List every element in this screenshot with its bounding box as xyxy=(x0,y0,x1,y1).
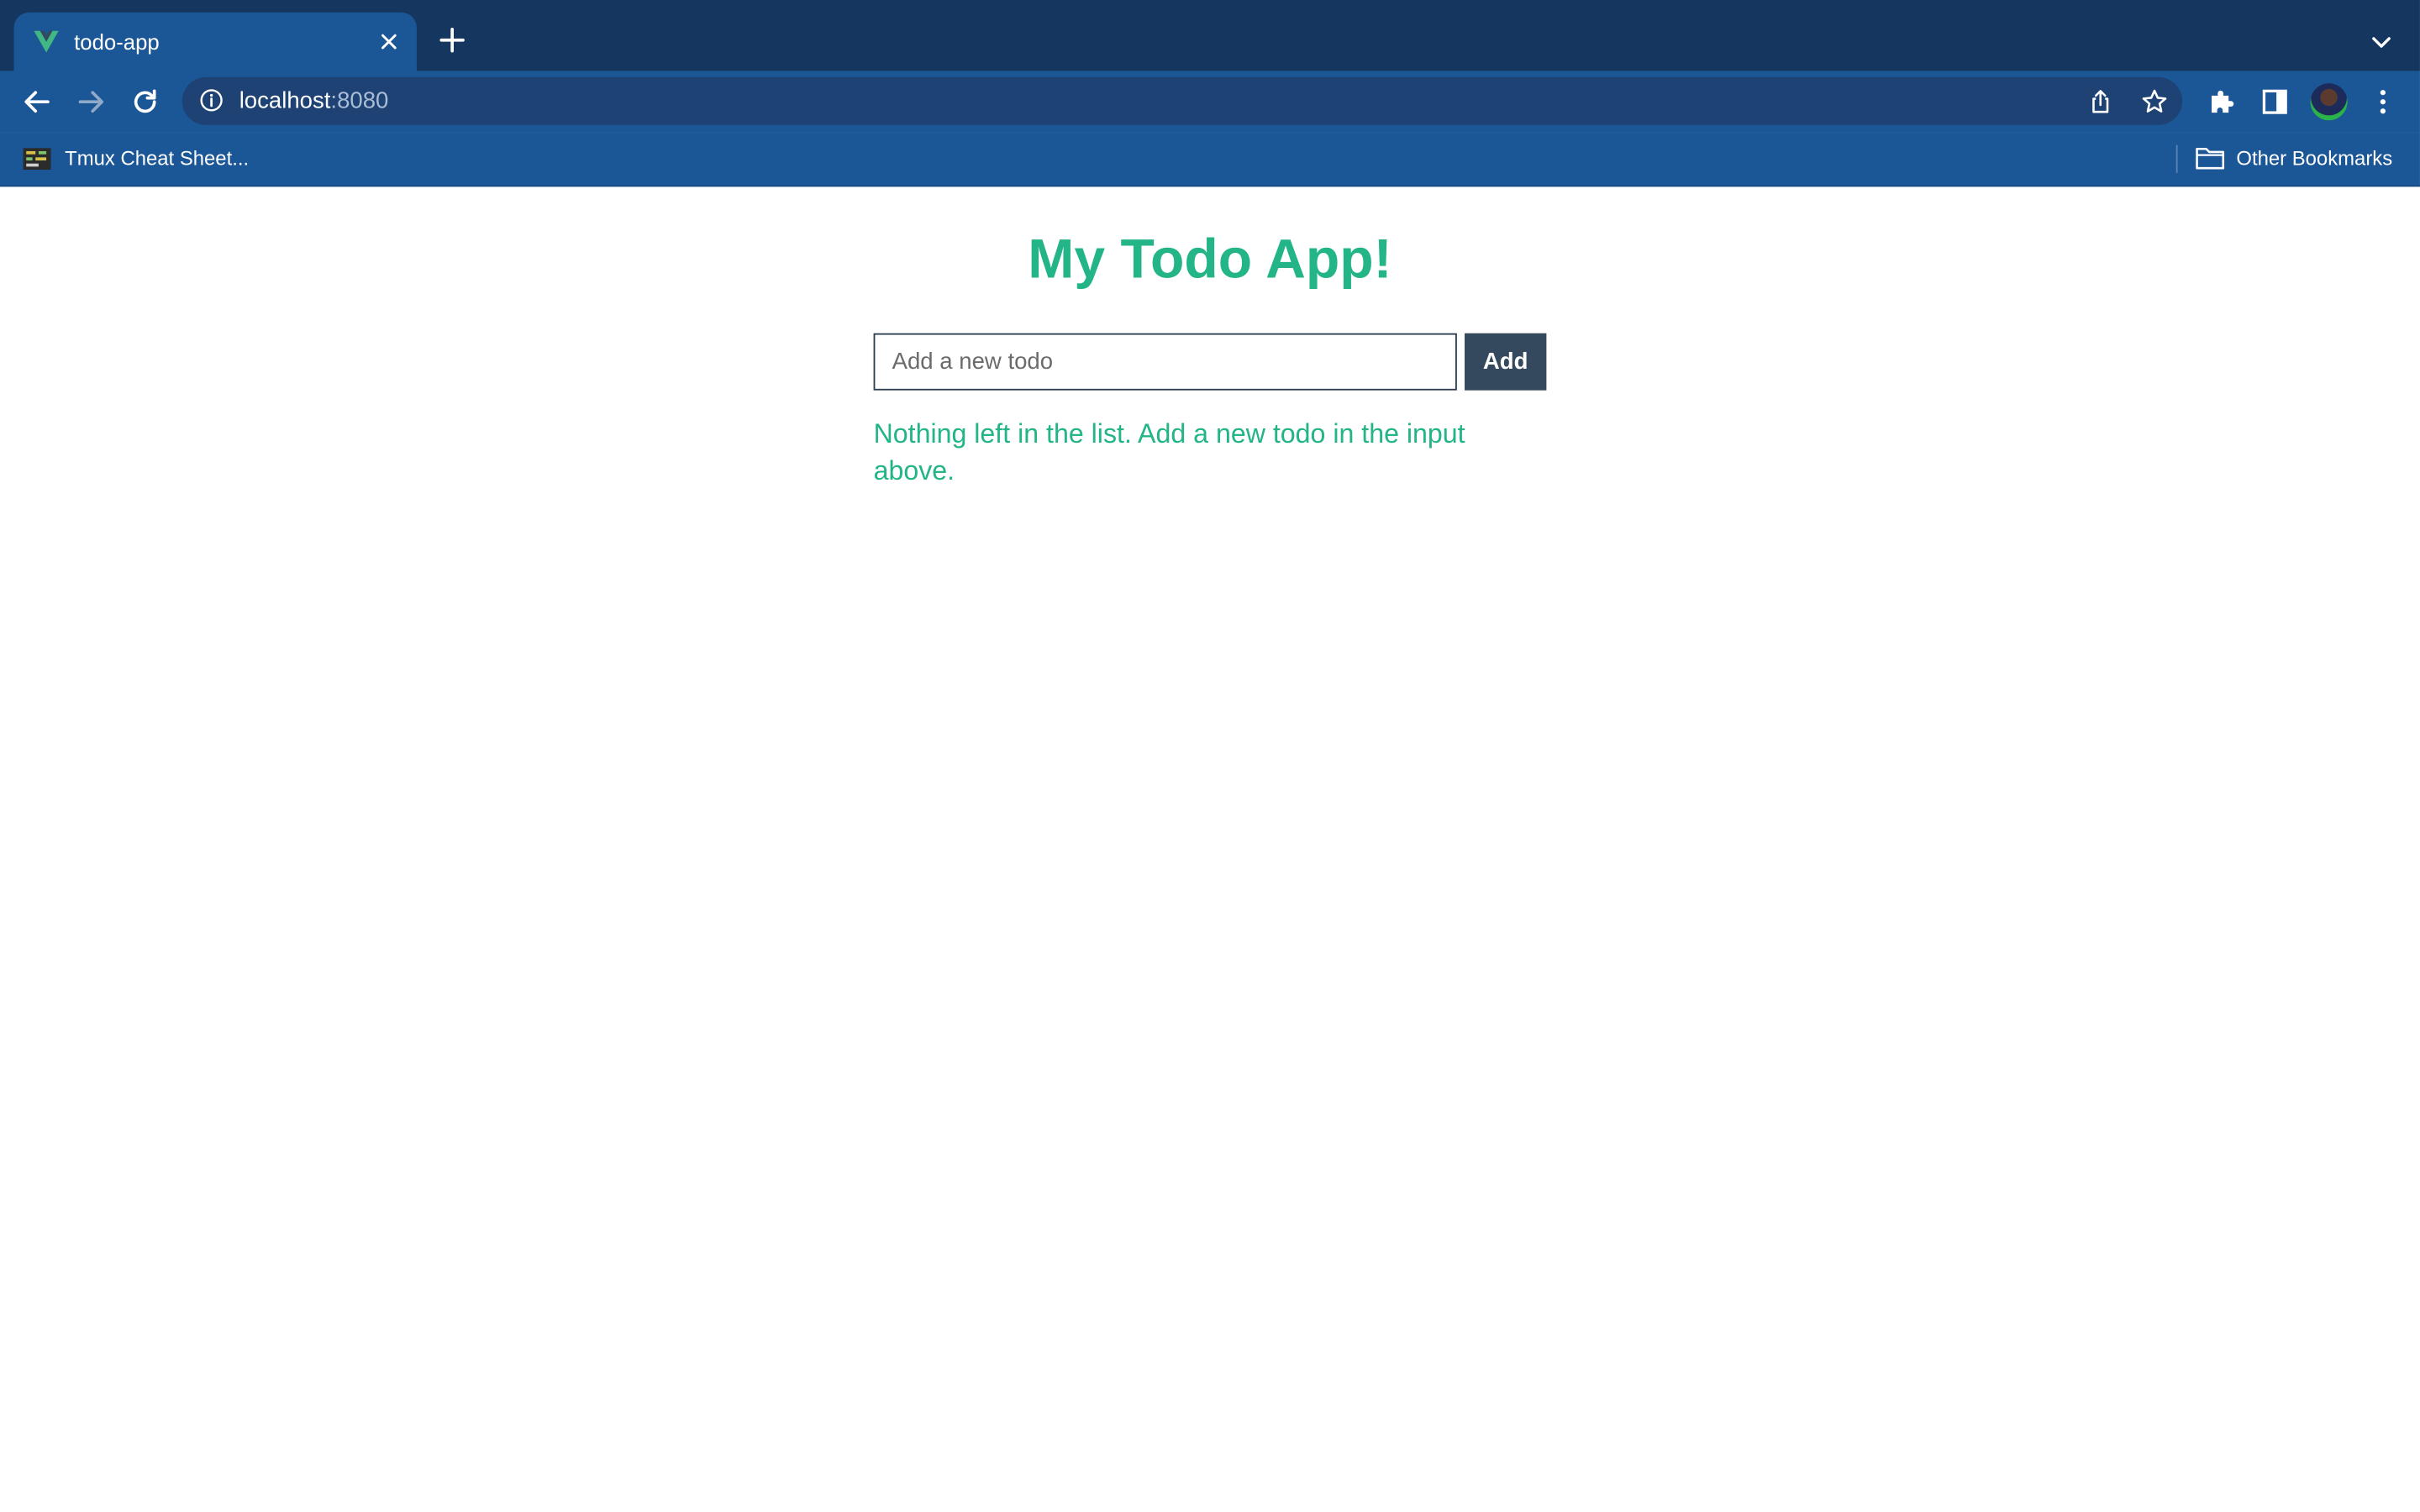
page-title: My Todo App! xyxy=(1028,226,1392,291)
bookmarks-divider xyxy=(2175,144,2178,173)
bookmarks-bar: Tmux Cheat Sheet... Other Bookmarks xyxy=(0,132,2420,187)
extensions-puzzle-icon[interactable] xyxy=(2206,87,2237,118)
terminal-favicon-icon xyxy=(23,148,51,171)
folder-icon[interactable] xyxy=(2195,145,2226,171)
bookmark-label: Tmux Cheat Sheet... xyxy=(65,146,250,171)
more-menu-icon[interactable] xyxy=(2367,87,2398,118)
back-arrow-icon[interactable] xyxy=(20,85,54,118)
url-port: :8080 xyxy=(330,87,389,114)
tab-todo-app[interactable]: todo-app xyxy=(13,12,417,71)
vue-logo-icon xyxy=(34,30,59,53)
forward-arrow-icon[interactable] xyxy=(74,85,108,118)
info-icon[interactable] xyxy=(199,88,224,113)
browser-toolbar: localhost:8080 xyxy=(0,71,2420,133)
share-icon[interactable] xyxy=(2086,88,2114,116)
address-bar[interactable]: localhost:8080 xyxy=(182,76,2183,125)
close-icon[interactable] xyxy=(376,29,401,54)
empty-list-message: Nothing left in the list. Add a new todo… xyxy=(873,417,1465,486)
tab-title: todo-app xyxy=(74,29,160,55)
add-button[interactable]: Add xyxy=(1465,333,1547,391)
profile-avatar[interactable] xyxy=(2310,83,2348,121)
browser-window: todo-app localhost:8080 Tmux Cheat Sheet… xyxy=(0,0,2420,1512)
chevron-down-icon[interactable] xyxy=(2367,28,2395,55)
bookmark-star-icon[interactable] xyxy=(2141,88,2169,116)
side-panel-icon[interactable] xyxy=(2260,87,2291,118)
new-tab-plus-icon[interactable] xyxy=(439,26,466,54)
url-host: localhost xyxy=(239,87,331,114)
new-todo-input[interactable] xyxy=(873,333,1457,391)
other-bookmarks[interactable]: Other Bookmarks xyxy=(2236,145,2392,171)
tab-strip: todo-app xyxy=(0,0,2420,71)
reload-icon[interactable] xyxy=(128,85,161,118)
url-text[interactable]: localhost:8080 xyxy=(239,87,389,116)
